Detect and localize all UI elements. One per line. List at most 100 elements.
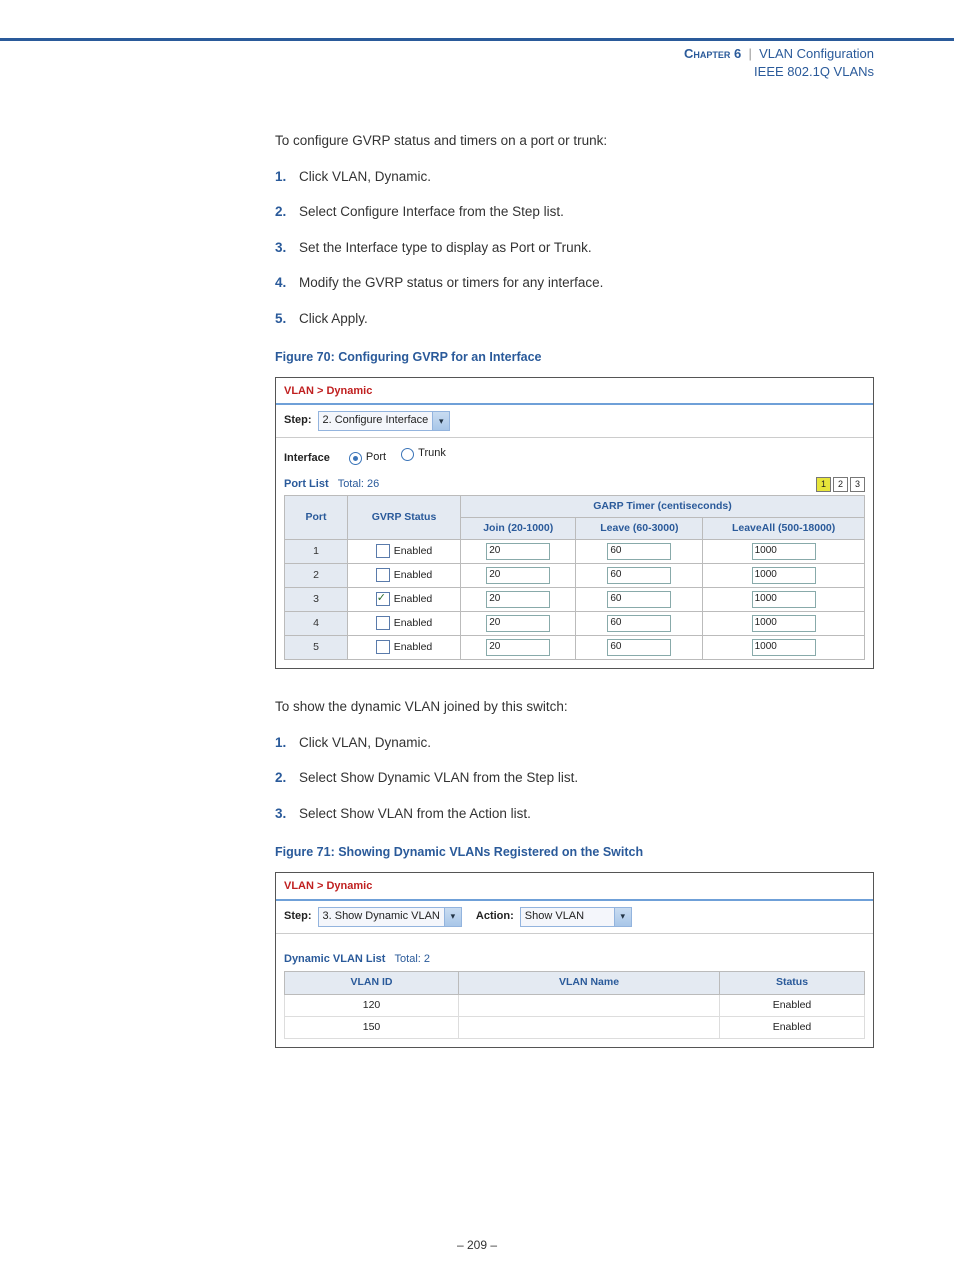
checkbox[interactable] [376, 544, 390, 558]
step-action-row: Step: 3. Show Dynamic VLAN ▾ Action: Sho… [276, 901, 873, 934]
cell-join-input[interactable]: 20 [486, 591, 550, 608]
cell-join: 20 [461, 588, 576, 612]
pager-page[interactable]: 1 [816, 477, 831, 492]
step-number: 5. [275, 309, 286, 329]
th-leave: Leave (60-3000) [576, 518, 703, 540]
intro-paragraph-2: To show the dynamic VLAN joined by this … [275, 697, 874, 717]
cell-leave-input[interactable]: 60 [607, 543, 671, 560]
step-text: Select Configure Interface from the Step… [299, 204, 564, 219]
checkbox[interactable] [376, 568, 390, 582]
cell-leave-input[interactable]: 60 [607, 567, 671, 584]
dynamic-vlan-list-total: Total: 2 [395, 953, 430, 965]
cell-leave-input[interactable]: 60 [607, 615, 671, 632]
cell-join-input[interactable]: 20 [486, 543, 550, 560]
cell-vlan-name [459, 1016, 720, 1038]
cell-leaveall-input[interactable]: 1000 [752, 591, 816, 608]
cell-leaveall-input[interactable]: 1000 [752, 639, 816, 656]
dynamic-vlan-list-title: Dynamic VLAN List [284, 953, 385, 965]
step-text: Select Show Dynamic VLAN from the Step l… [299, 770, 578, 785]
step-select[interactable]: 2. Configure Interface ▾ [318, 411, 451, 431]
chevron-down-icon: ▾ [432, 412, 449, 430]
cell-leaveall-input[interactable]: 1000 [752, 543, 816, 560]
cell-leave: 60 [576, 612, 703, 636]
cell-port: 1 [285, 540, 348, 564]
cell-leaveall: 1000 [703, 540, 865, 564]
step-number: 4. [275, 273, 286, 293]
cell-vlan-id: 120 [285, 994, 459, 1016]
cell-port: 4 [285, 612, 348, 636]
th-leaveall: LeaveAll (500-18000) [703, 518, 865, 540]
table-row: 2Enabled20601000 [285, 564, 865, 588]
checkbox[interactable] [376, 616, 390, 630]
breadcrumb: VLAN > Dynamic [276, 378, 873, 406]
step-item: 2. Select Configure Interface from the St… [275, 202, 874, 222]
cell-gvrp-status: Enabled [348, 612, 461, 636]
step-number: 1. [275, 167, 286, 187]
step-text: Select Show VLAN from the Action list. [299, 806, 531, 821]
cell-join-input[interactable]: 20 [486, 567, 550, 584]
cell-join: 20 [461, 540, 576, 564]
th-garp-timer: GARP Timer (centiseconds) [461, 495, 865, 517]
header-separator: | [748, 46, 751, 61]
radio-icon [401, 448, 414, 461]
step-item: 5. Click Apply. [275, 309, 874, 329]
page-content: To configure GVRP status and timers on a… [275, 131, 874, 1048]
step-number: 2. [275, 768, 286, 788]
pager-page[interactable]: 3 [850, 477, 865, 492]
cell-leaveall-input[interactable]: 1000 [752, 567, 816, 584]
step-item: 3.Select Show VLAN from the Action list. [275, 804, 874, 824]
step-label: Step: [284, 909, 312, 925]
cell-leave-input[interactable]: 60 [607, 591, 671, 608]
enabled-label: Enabled [394, 593, 433, 605]
cell-port: 3 [285, 588, 348, 612]
th-port: Port [285, 495, 348, 539]
step-number: 1. [275, 733, 286, 753]
checkbox[interactable] [376, 640, 390, 654]
cell-join-input[interactable]: 20 [486, 615, 550, 632]
step-select[interactable]: 3. Show Dynamic VLAN ▾ [318, 907, 462, 927]
cell-leaveall: 1000 [703, 588, 865, 612]
step-text: Click VLAN, Dynamic. [299, 735, 431, 750]
dynamic-vlan-table: VLAN ID VLAN Name Status 120Enabled150En… [284, 971, 865, 1039]
chapter-title: VLAN Configuration [759, 46, 874, 61]
table-row: 120 Enabled [285, 994, 865, 1016]
figure-70-panel: VLAN > Dynamic Step: 2. Configure Interf… [275, 377, 874, 670]
cell-leave: 60 [576, 588, 703, 612]
cell-status: Enabled [720, 994, 865, 1016]
radio-port[interactable]: Port [349, 450, 386, 466]
enabled-label: Enabled [394, 545, 433, 557]
page-header: Chapter 6 | VLAN Configuration IEEE 802.… [684, 45, 874, 81]
cell-leave: 60 [576, 636, 703, 660]
steps-list-1: 1.Click VLAN, Dynamic.2.Select Configure… [275, 167, 874, 329]
figure-70-caption: Figure 70: Configuring GVRP for an Inter… [275, 348, 874, 366]
action-select[interactable]: Show VLAN ▾ [520, 907, 632, 927]
step-item: 4.Modify the GVRP status or timers for a… [275, 273, 874, 293]
cell-leave-input[interactable]: 60 [607, 639, 671, 656]
breadcrumb: VLAN > Dynamic [276, 873, 873, 901]
cell-leaveall: 1000 [703, 564, 865, 588]
step-number: 2. [275, 202, 286, 222]
cell-status: Enabled [720, 1016, 865, 1038]
cell-port: 2 [285, 564, 348, 588]
cell-leave: 60 [576, 564, 703, 588]
step-select-value: 3. Show Dynamic VLAN [319, 909, 444, 925]
enabled-label: Enabled [394, 617, 433, 629]
table-row: 1 Enabled 20 60 1000 [285, 540, 865, 564]
th-vlan-name: VLAN Name [459, 972, 720, 994]
step-text: Click Apply. [299, 311, 368, 326]
cell-leaveall: 1000 [703, 612, 865, 636]
th-join: Join (20-1000) [461, 518, 576, 540]
step-item: 2. Select Show Dynamic VLAN from the Step… [275, 768, 874, 788]
action-select-value: Show VLAN [521, 909, 614, 925]
pager-page[interactable]: 2 [833, 477, 848, 492]
cell-join-input[interactable]: 20 [486, 639, 550, 656]
radio-trunk[interactable]: Trunk [401, 446, 446, 462]
step-item: 3.Set the Interface type to display as P… [275, 238, 874, 258]
chevron-down-icon: ▾ [614, 908, 631, 926]
cell-vlan-name [459, 994, 720, 1016]
cell-leaveall: 1000 [703, 636, 865, 660]
cell-gvrp-status: Enabled [348, 588, 461, 612]
cell-leaveall-input[interactable]: 1000 [752, 615, 816, 632]
cell-port: 5 [285, 636, 348, 660]
checkbox[interactable] [376, 592, 390, 606]
